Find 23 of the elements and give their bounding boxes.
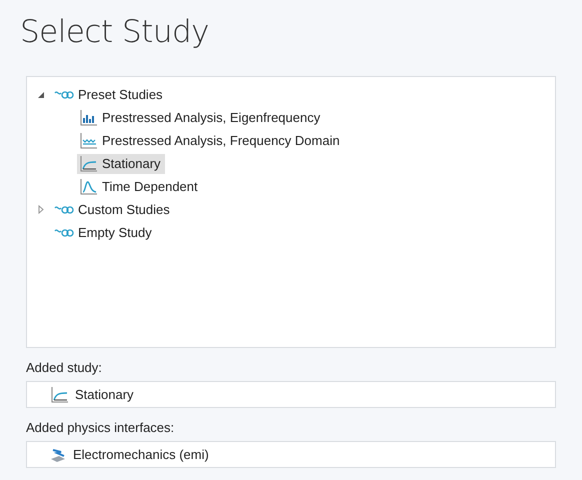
page-title: Select Study <box>20 14 210 50</box>
tree-item[interactable]: Stationary <box>77 154 165 174</box>
physics-icon <box>49 446 67 462</box>
tree-item[interactable]: Preset Studies <box>53 86 167 103</box>
tree-item[interactable]: Prestressed Analysis, Frequency Domain <box>77 130 344 150</box>
tree-item[interactable]: Empty Study <box>53 224 156 241</box>
collapse-arrow-icon[interactable] <box>37 90 45 98</box>
curve-chart-icon <box>78 154 98 172</box>
curve-chart-icon <box>49 386 69 404</box>
tree-item[interactable]: Custom Studies <box>53 201 174 218</box>
tree-item[interactable]: Prestressed Analysis, Eigenfrequency <box>77 108 324 128</box>
study-icon <box>54 204 74 216</box>
list-item: Electromechanics (emi) <box>26 441 556 468</box>
expand-arrow-icon[interactable] <box>37 205 45 214</box>
list-item: Stationary <box>26 381 556 408</box>
wave-chart-icon <box>78 132 98 150</box>
section-label: Added physics interfaces: <box>26 420 176 435</box>
bar-chart-icon <box>78 108 98 126</box>
section-label: Added study: <box>26 360 103 375</box>
study-icon <box>54 88 74 100</box>
study-icon <box>54 226 74 238</box>
tree-item[interactable]: Time Dependent <box>77 176 202 196</box>
peak-chart-icon <box>78 178 98 196</box>
